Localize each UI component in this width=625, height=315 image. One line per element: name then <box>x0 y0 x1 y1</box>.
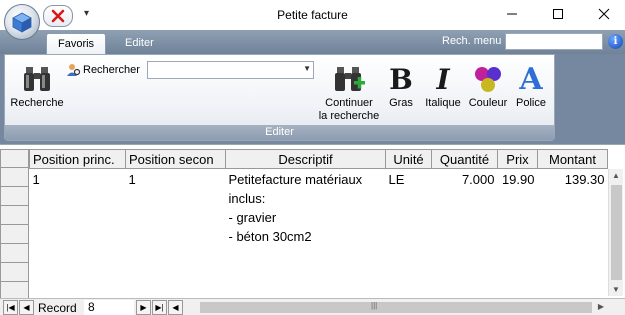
couleur-label: Couleur <box>468 97 508 109</box>
continuer-label-line2: la recherche <box>318 110 380 122</box>
couleur-button[interactable]: Couleur <box>466 61 510 110</box>
rechercher-button[interactable]: Rechercher <box>67 63 140 77</box>
record-navigation-bar: |◀ ◀ Record 8 ▶ ▶| ◀ ||| ▶ <box>0 298 625 315</box>
scroll-down-icon[interactable]: ▼ <box>612 285 620 294</box>
scroll-grip-icon: ||| <box>371 301 378 310</box>
italic-icon: I <box>436 62 450 96</box>
cell-unite[interactable]: LE <box>386 169 432 248</box>
column-header-montant[interactable]: Montant <box>537 149 608 169</box>
minimize-button[interactable] <box>490 0 534 28</box>
row-header[interactable] <box>0 206 29 225</box>
help-info-icon[interactable]: i <box>608 34 623 49</box>
scroll-right-icon[interactable]: ▶ <box>598 302 604 311</box>
table-row[interactable]: 1 1 Petitefacture matériaux inclus: - gr… <box>30 169 608 248</box>
column-header-prix[interactable]: Prix <box>497 149 538 169</box>
gras-button[interactable]: B Gras <box>386 61 416 110</box>
first-record-button[interactable]: |◀ <box>3 300 18 315</box>
cell-prix[interactable]: 19.90 <box>498 169 538 248</box>
close-icon <box>598 8 610 20</box>
gras-label: Gras <box>389 97 413 109</box>
ribbon-tab-row: Favoris Editer Rech. menu i <box>0 30 625 54</box>
recherche-button[interactable]: Recherche <box>9 61 65 110</box>
search-combo-box[interactable]: ▼ <box>147 61 314 79</box>
continuer-label-line1: Continuer <box>325 97 373 109</box>
ribbon-group-label: Editer <box>5 125 554 140</box>
app-menu-button[interactable] <box>4 4 40 40</box>
column-header-position-princ[interactable]: Position princ. <box>29 149 126 169</box>
invoice-table: Position princ. Position secon Descripti… <box>29 149 608 247</box>
recherche-label: Recherche <box>10 97 64 109</box>
binoculars-icon <box>24 67 50 91</box>
last-record-button[interactable]: ▶| <box>152 300 167 315</box>
tab-editer[interactable]: Editer <box>114 33 165 54</box>
vertical-scrollbar[interactable]: ▲ ▼ <box>608 169 623 296</box>
cell-position-princ[interactable]: 1 <box>30 169 126 248</box>
cell-position-secon[interactable]: 1 <box>126 169 226 248</box>
invoice-grid: Position princ. Position secon Descripti… <box>0 144 625 315</box>
maximize-button[interactable] <box>536 0 580 28</box>
maximize-icon <box>553 9 563 19</box>
app-cube-icon <box>12 12 32 33</box>
row-header[interactable] <box>0 225 29 244</box>
previous-record-button[interactable]: ◀ <box>19 300 34 315</box>
italique-label: Italique <box>425 97 461 109</box>
color-palette-icon <box>475 67 501 92</box>
horizontal-scrollbar[interactable]: ||| ▶ <box>186 300 606 315</box>
police-label: Police <box>516 97 546 109</box>
horizontal-scroll-thumb[interactable] <box>200 302 592 313</box>
ribbon-group-editer: Recherche Rechercher ▼ Continuer la rech… <box>4 54 555 141</box>
title-bar: ▾ Petite facture <box>0 0 625 40</box>
record-number-input[interactable]: 8 <box>84 300 134 315</box>
next-record-button[interactable]: ▶ <box>136 300 151 315</box>
police-button[interactable]: A Police <box>513 61 549 110</box>
user-search-icon <box>67 64 81 76</box>
column-header-quantite[interactable]: Quantité <box>431 149 498 169</box>
descriptif-line: - gravier <box>228 210 277 225</box>
bold-icon: B <box>389 62 413 96</box>
column-header-unite[interactable]: Unité <box>385 149 432 169</box>
vertical-scroll-thumb[interactable] <box>611 185 622 280</box>
chevron-down-icon: ▼ <box>303 64 311 73</box>
cell-quantite[interactable]: 7.000 <box>432 169 498 248</box>
row-headers <box>0 149 29 301</box>
minimize-icon <box>507 13 517 15</box>
descriptif-line: - béton 30cm2 <box>228 229 312 244</box>
descriptif-line: inclus: <box>228 191 266 206</box>
tab-favoris[interactable]: Favoris <box>46 33 107 54</box>
column-header-descriptif[interactable]: Descriptif <box>225 149 386 169</box>
descriptif-line: Petitefacture matériaux <box>228 172 363 187</box>
row-header-corner <box>0 149 29 168</box>
column-header-position-secon[interactable]: Position secon <box>125 149 226 169</box>
row-header[interactable] <box>0 187 29 206</box>
search-menu-label: Rech. menu <box>442 35 502 47</box>
cell-descriptif[interactable]: Petitefacture matériaux inclus: - gravie… <box>226 169 386 248</box>
rechercher-label: Rechercher <box>83 64 140 76</box>
cell-montant[interactable]: 139.30 <box>538 169 608 248</box>
row-header[interactable] <box>0 263 29 282</box>
scroll-left-record-button[interactable]: ◀ <box>168 300 183 315</box>
italique-button[interactable]: I Italique <box>422 61 464 110</box>
row-header[interactable] <box>0 168 29 187</box>
continuer-recherche-button[interactable]: Continuer la recherche <box>311 61 387 123</box>
record-label: Record <box>38 301 77 315</box>
scroll-up-icon[interactable]: ▲ <box>612 171 620 180</box>
binoculars-plus-icon <box>335 67 365 91</box>
font-icon: A <box>519 61 543 97</box>
row-header[interactable] <box>0 244 29 263</box>
close-button[interactable] <box>582 0 625 28</box>
search-menu-input[interactable] <box>505 33 603 50</box>
